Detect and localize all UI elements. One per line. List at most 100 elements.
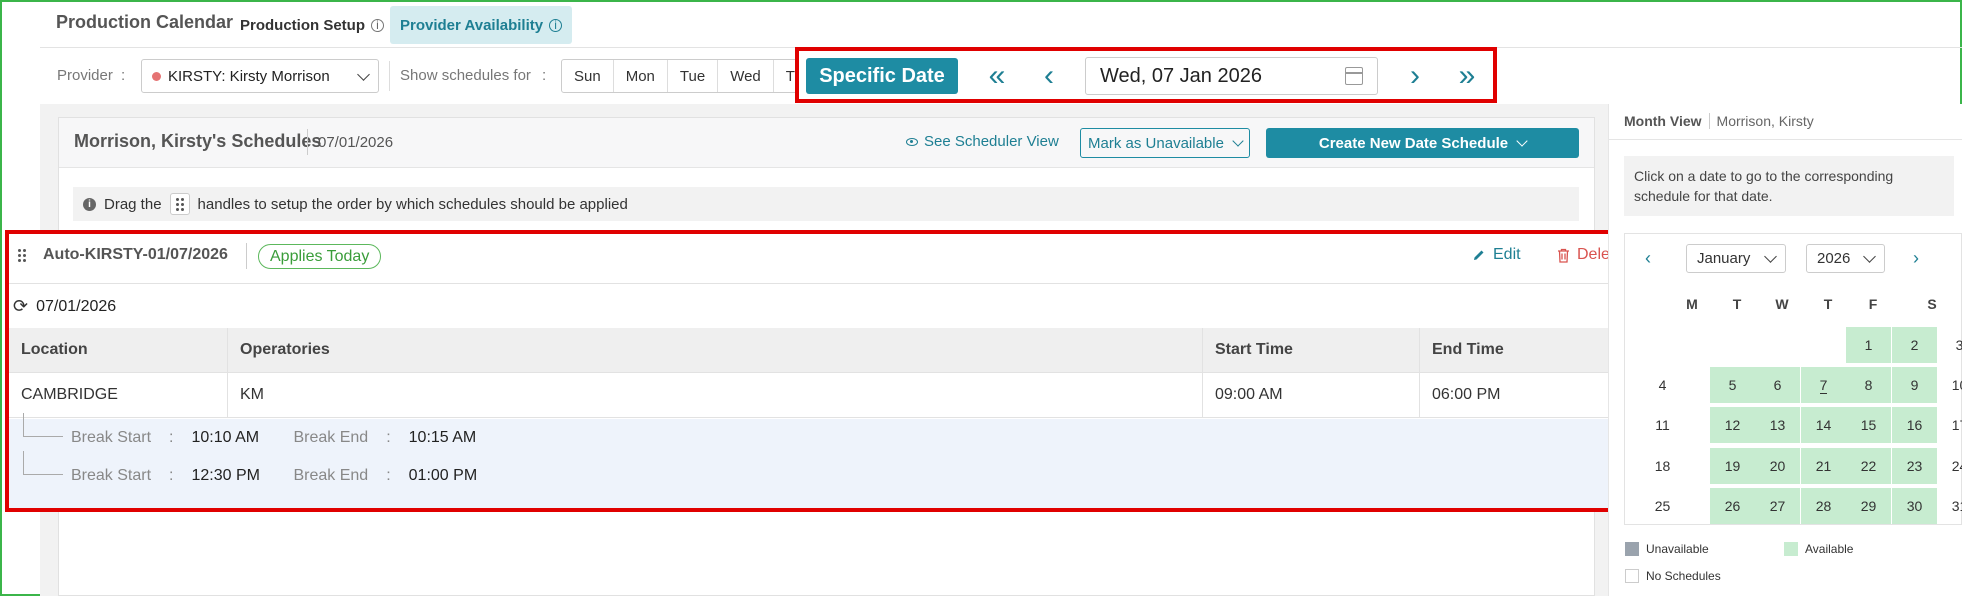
trash-icon xyxy=(1558,248,1569,263)
day-tue[interactable]: Tue xyxy=(668,60,719,92)
calendar-day[interactable]: 16 xyxy=(1892,407,1937,443)
schedule-table: Location Operatories Start Time End Time… xyxy=(9,328,1638,418)
calendar-day[interactable]: 21 xyxy=(1801,448,1846,484)
provider-label: Provider xyxy=(57,67,113,84)
chevron-right-icon: › xyxy=(1913,248,1919,268)
calendar-day[interactable]: 7 xyxy=(1801,367,1846,403)
date-value: Wed, 07 Jan 2026 xyxy=(1100,64,1262,87)
calendar-day[interactable]: 17 xyxy=(1937,407,1962,443)
chevron-down-icon xyxy=(1232,135,1244,147)
calendar-day[interactable]: 23 xyxy=(1892,448,1937,484)
see-scheduler-view-link[interactable]: See Scheduler View xyxy=(906,133,1059,150)
provider-colon: : xyxy=(121,67,126,84)
weekday-header: S xyxy=(1927,296,1937,312)
weekday-header: M xyxy=(1686,296,1698,312)
title-divider xyxy=(307,129,308,155)
calendar-day[interactable]: 19 xyxy=(1710,448,1755,484)
break-colon: : xyxy=(169,467,174,484)
break-end-value: 01:00 PM xyxy=(408,467,478,484)
weekday-header: W xyxy=(1775,296,1789,312)
chevron-down-icon xyxy=(1764,250,1777,263)
column-header-start-time: Start Time xyxy=(1203,328,1420,372)
month-view-header: Month View Morrison, Kirsty xyxy=(1624,113,1814,129)
next-date-button[interactable]: › xyxy=(1395,58,1435,94)
year-select[interactable]: 2026 xyxy=(1806,244,1885,273)
table-row: CAMBRIDGE KM 09:00 AM 06:00 PM xyxy=(9,373,1638,418)
legend-label: Unavailable xyxy=(1646,542,1709,556)
break-end-label: Break End xyxy=(293,467,369,484)
calendar-day[interactable]: 22 xyxy=(1846,448,1891,484)
chevron-left-icon: ‹ xyxy=(1645,248,1651,268)
month-select[interactable]: January xyxy=(1686,244,1786,273)
drag-handle-icon[interactable] xyxy=(18,249,26,262)
calendar-day[interactable]: 15 xyxy=(1846,407,1891,443)
edit-label: Edit xyxy=(1493,246,1521,263)
calendar-day[interactable]: 31 xyxy=(1937,488,1962,524)
calendar-day[interactable]: 18 xyxy=(1640,448,1685,484)
break-row: Break Start : 12:30 PM Break End : 01:00… xyxy=(71,467,477,485)
prev-month-button[interactable]: ‹ xyxy=(1645,248,1651,269)
calendar-day[interactable]: 12 xyxy=(1710,407,1755,443)
calendar-day[interactable]: 5 xyxy=(1710,367,1755,403)
year-value: 2026 xyxy=(1817,250,1851,267)
calendar-day[interactable]: 3 xyxy=(1937,327,1962,363)
calendar-day[interactable]: 4 xyxy=(1640,367,1685,403)
breaks-section: Break Start : 10:10 AM Break End : 10:15… xyxy=(9,413,1638,508)
calendar-day[interactable]: 1 xyxy=(1846,327,1891,363)
day-mon[interactable]: Mon xyxy=(614,60,668,92)
drag-handle-icon xyxy=(169,193,190,215)
calendar-day[interactable]: 29 xyxy=(1846,488,1891,524)
calendar-day[interactable]: 9 xyxy=(1892,367,1937,403)
calendar-day[interactable]: 26 xyxy=(1710,488,1755,524)
break-end-value: 10:15 AM xyxy=(408,429,477,446)
tab-provider-availability[interactable]: Provider Availability i xyxy=(390,6,573,44)
cell-end-time: 06:00 PM xyxy=(1432,386,1501,403)
cell-start-time: 09:00 AM xyxy=(1203,373,1420,417)
column-header-location: Location xyxy=(9,328,228,372)
legend-label: No Schedules xyxy=(1646,569,1721,583)
day-sun[interactable]: Sun xyxy=(562,60,614,92)
calendar-day[interactable]: 20 xyxy=(1755,448,1800,484)
calendar-icon[interactable] xyxy=(1345,67,1363,85)
calendar-day[interactable]: 10 xyxy=(1937,367,1962,403)
legend-unavailable: Unavailable xyxy=(1625,542,1709,556)
legend-available: Available xyxy=(1784,542,1853,556)
calendar-day[interactable]: 13 xyxy=(1755,407,1800,443)
provider-select[interactable]: KIRSTY: Kirsty Morrison xyxy=(141,59,379,93)
pencil-icon xyxy=(1474,250,1484,260)
weekday-header: F xyxy=(1868,296,1878,312)
tab-label: Production Setup xyxy=(240,16,365,34)
break-colon: : xyxy=(169,429,174,446)
chevron-right-icon: › xyxy=(1410,59,1420,92)
drag-info-pre: Drag the xyxy=(104,195,162,213)
schedule-card-header xyxy=(9,234,1638,284)
break-colon: : xyxy=(386,467,391,484)
mark-unavailable-button[interactable]: Mark as Unavailable xyxy=(1080,128,1250,158)
chevron-down-icon xyxy=(1516,135,1528,147)
tab-production-setup[interactable]: Production Setup i xyxy=(230,6,394,44)
date-input[interactable]: Wed, 07 Jan 2026 xyxy=(1085,57,1378,95)
next-month-button[interactable]: › xyxy=(1913,248,1919,269)
calendar-day[interactable]: 6 xyxy=(1755,367,1800,403)
prev-date-button[interactable]: ‹ xyxy=(1029,58,1069,94)
weekday-selector: Sun Mon Tue Wed Th xyxy=(561,59,817,93)
calendar-day[interactable]: 2 xyxy=(1892,327,1937,363)
calendar-day[interactable]: 8 xyxy=(1846,367,1891,403)
calendar-day[interactable]: 28 xyxy=(1801,488,1846,524)
calendar-day[interactable]: 11 xyxy=(1640,407,1685,443)
specific-date-button[interactable]: Specific Date xyxy=(806,58,958,94)
provider-value: KIRSTY: Kirsty Morrison xyxy=(168,67,330,85)
calendar-day[interactable]: 25 xyxy=(1640,488,1685,524)
create-new-label: Create New Date Schedule xyxy=(1318,134,1509,152)
create-new-date-schedule-button[interactable]: Create New Date Schedule xyxy=(1266,128,1579,158)
calendar-day[interactable]: 30 xyxy=(1892,488,1937,524)
day-wed[interactable]: Wed xyxy=(718,60,774,92)
edit-schedule-button[interactable]: Edit xyxy=(1472,246,1521,264)
calendar-day[interactable]: 24 xyxy=(1937,448,1962,484)
double-chevron-right-icon: » xyxy=(1458,59,1476,92)
calendar-day[interactable]: 27 xyxy=(1755,488,1800,524)
last-date-button[interactable]: » xyxy=(1447,58,1487,94)
calendar-day[interactable]: 14 xyxy=(1801,407,1846,443)
schedules-title: Morrison, Kirsty's Schedules xyxy=(74,131,322,151)
first-date-button[interactable]: « xyxy=(977,58,1017,94)
